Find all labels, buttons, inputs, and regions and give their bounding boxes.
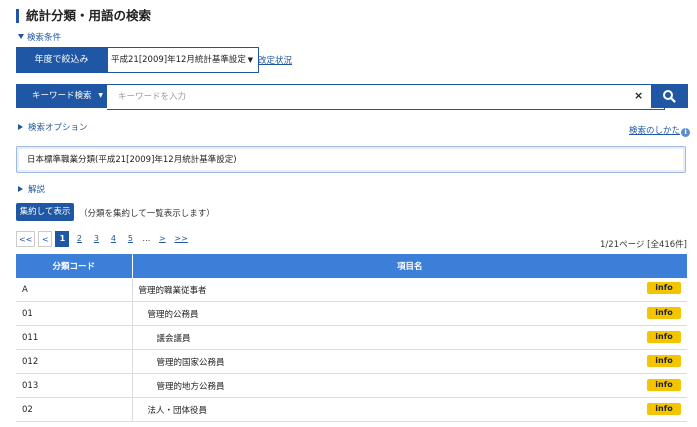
search-help-link[interactable]: 検索のしかた i (629, 124, 691, 137)
page-first-button[interactable]: << (16, 231, 36, 247)
search-conditions-toggle[interactable]: 検索条件 (18, 31, 61, 43)
row-name[interactable]: 管理的公務員 (139, 310, 199, 320)
page-4-link[interactable]: 4 (106, 231, 120, 247)
row-name-cell: 議会議員 info (132, 325, 687, 350)
info-button[interactable]: info (647, 403, 681, 415)
row-name-cell: 管理的地方公務員 info (132, 373, 687, 398)
keyword-search-mode-select[interactable]: キーワード検索 ▼ (16, 84, 107, 108)
triangle-down-icon (18, 34, 24, 39)
search-button[interactable] (651, 84, 688, 108)
page-next-link[interactable]: > (155, 231, 169, 247)
search-help-label: 検索のしかた (629, 126, 681, 136)
search-conditions-label: 検索条件 (27, 33, 62, 43)
explanation-label: 解説 (28, 185, 46, 195)
column-header-name: 項目名 (132, 254, 687, 278)
row-name[interactable]: 管理的職業従事者 (139, 286, 207, 296)
search-options-toggle[interactable]: 検索オプション (18, 121, 88, 133)
clear-icon[interactable]: × (634, 85, 643, 107)
page-5-link[interactable]: 5 (123, 231, 137, 247)
table-row: 013 管理的地方公務員 info (16, 373, 687, 398)
explanation-toggle[interactable]: 解説 (18, 183, 45, 195)
row-code: A (16, 278, 133, 302)
info-button[interactable]: info (647, 331, 681, 343)
row-name[interactable]: 議会議員 (139, 334, 191, 344)
year-select[interactable]: 平成21[2009]年12月統計基準設定 ▼ (107, 47, 259, 73)
row-name-cell: 管理的公務員 info (132, 301, 687, 326)
selected-classification: 日本標準職業分類(平成21[2009]年12月統計基準設定) (16, 146, 686, 173)
caret-down-icon: ▼ (247, 56, 253, 64)
table-row: 012 管理的国家公務員 info (16, 349, 687, 374)
row-name-cell: 管理的国家公務員 info (132, 349, 687, 374)
aggregate-note: （分類を集約して一覧表示します） (79, 209, 215, 219)
row-code: 01 (16, 301, 133, 326)
page-title: 統計分類・用語の検索 (16, 9, 151, 23)
aggregate-button[interactable]: 集約して表示 (16, 203, 74, 221)
row-code: 012 (16, 349, 133, 374)
column-header-code: 分類コード (16, 254, 133, 278)
keyword-input[interactable] (107, 84, 665, 110)
page-last-link[interactable]: >> (172, 231, 189, 247)
row-code: 013 (16, 373, 133, 398)
info-button[interactable]: info (647, 355, 681, 367)
table-row: A 管理的職業従事者 info (16, 278, 687, 302)
keyword-search-label: キーワード検索 (32, 91, 92, 101)
info-button[interactable]: info (647, 282, 681, 294)
info-button[interactable]: info (647, 307, 681, 319)
pagination: << < 1 2 3 4 5 … > >> (16, 231, 193, 247)
row-name[interactable]: 管理的地方公務員 (139, 382, 225, 392)
row-name-cell: 法人・団体役員 info (132, 397, 687, 422)
result-count: 1/21ページ [全416件] (600, 240, 687, 250)
info-button[interactable]: info (647, 379, 681, 391)
page-prev-button[interactable]: < (38, 231, 53, 247)
page-1-button[interactable]: 1 (55, 231, 70, 247)
info-icon: i (681, 128, 691, 137)
table-header-row: 分類コード 項目名 (16, 254, 687, 278)
triangle-right-icon (18, 186, 23, 192)
row-name[interactable]: 管理的国家公務員 (139, 358, 225, 368)
row-code: 011 (16, 325, 133, 350)
row-name-cell: 管理的職業従事者 info (132, 278, 687, 302)
triangle-right-icon (18, 124, 23, 130)
page-3-link[interactable]: 3 (89, 231, 103, 247)
search-icon (663, 90, 676, 103)
classification-table: 分類コード 項目名 A 管理的職業従事者 info 01 管理的公務員 info… (16, 254, 687, 422)
year-filter-label: 年度で絞込み (16, 47, 107, 73)
row-name[interactable]: 法人・団体役員 (139, 406, 208, 416)
caret-down-icon: ▼ (98, 92, 103, 99)
revision-status-link[interactable]: 改定状況 (258, 54, 292, 66)
table-row: 02 法人・団体役員 info (16, 397, 687, 422)
table-row: 011 議会議員 info (16, 325, 687, 350)
search-options-label: 検索オプション (28, 123, 88, 133)
table-row: 01 管理的公務員 info (16, 301, 687, 326)
page-2-link[interactable]: 2 (72, 231, 86, 247)
year-select-value: 平成21[2009]年12月統計基準設定 (111, 55, 246, 65)
row-code: 02 (16, 397, 133, 422)
page-ellipsis: … (142, 234, 151, 243)
